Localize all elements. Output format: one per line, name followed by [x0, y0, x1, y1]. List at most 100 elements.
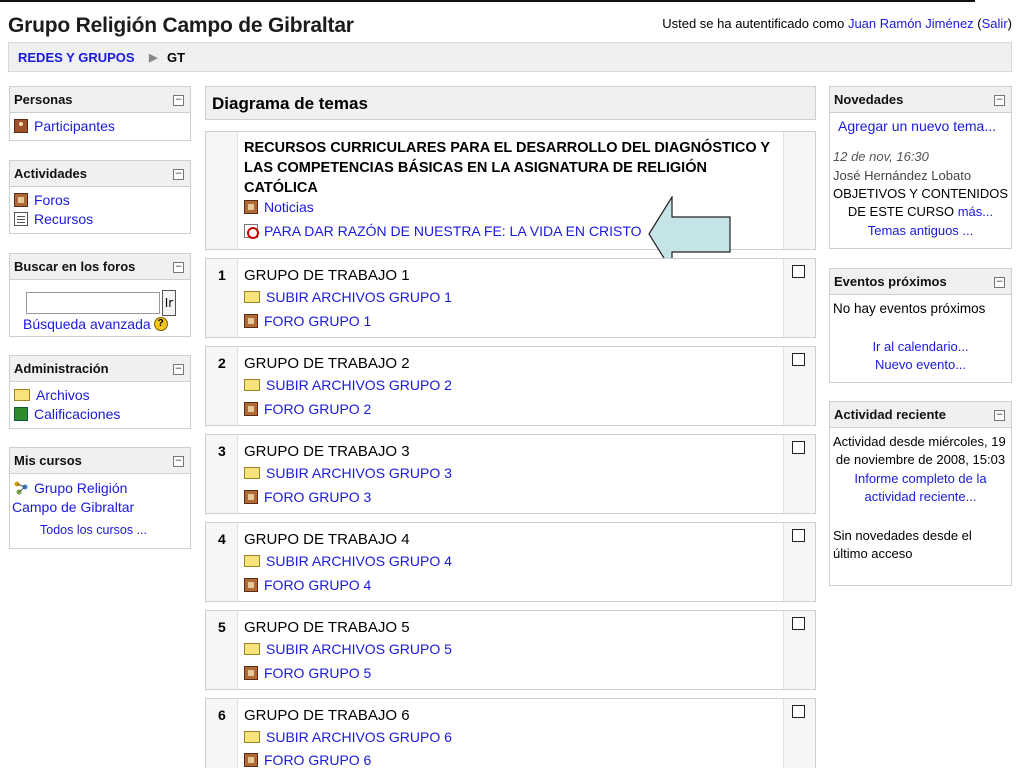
section-4: 4 GRUPO DE TRABAJO 4 SUBIR ARCHIVOS GRUP…: [205, 522, 816, 602]
no-news-line2: último acceso: [833, 546, 913, 561]
upload-link[interactable]: SUBIR ARCHIVOS GRUPO 5: [244, 641, 452, 657]
folder-icon: [244, 467, 260, 479]
block-title: Mis cursos: [14, 453, 82, 468]
section-5: 5 GRUPO DE TRABAJO 5 SUBIR ARCHIVOS GRUP…: [205, 610, 816, 690]
forum-link[interactable]: FORO GRUPO 2: [244, 401, 371, 417]
collapse-icon[interactable]: −: [173, 364, 184, 375]
eventos-block: Eventos próximos − No hay eventos próximo…: [829, 268, 1012, 383]
collapse-icon[interactable]: −: [173, 169, 184, 180]
calendar-link[interactable]: Ir al calendario...: [830, 339, 1011, 354]
forum-link[interactable]: FORO GRUPO 5: [244, 665, 371, 681]
login-info: Usted se ha autentificado como Juan Ramó…: [662, 16, 1012, 31]
forum-icon: [14, 193, 28, 207]
upload-link[interactable]: SUBIR ARCHIVOS GRUPO 6: [244, 729, 452, 745]
collapse-icon[interactable]: −: [173, 456, 184, 467]
forum-link[interactable]: FORO GRUPO 3: [244, 489, 371, 505]
forum-link[interactable]: FORO GRUPO 6: [244, 752, 371, 768]
no-events-text: No hay eventos próximos: [833, 301, 986, 316]
administracion-block: Administración − Archivos Calificaciones: [9, 355, 191, 429]
resource-pdf-link[interactable]: PARA DAR RAZÓN DE NUESTRA FE: LA VIDA EN…: [244, 223, 642, 239]
activity-since-line2: de noviembre de 2008, 15:03: [835, 452, 1006, 467]
forums-link[interactable]: Foros: [14, 192, 70, 208]
block-title: Personas: [14, 92, 73, 107]
block-title: Eventos próximos: [834, 274, 947, 289]
forum-link[interactable]: FORO GRUPO 1: [244, 313, 371, 329]
advanced-search-link[interactable]: Búsqueda avanzada?: [23, 316, 168, 332]
search-go-button[interactable]: Ir: [162, 290, 176, 316]
site-title: Grupo Religión Campo de Gibraltar: [8, 14, 354, 37]
help-icon[interactable]: ?: [153, 317, 168, 331]
post-title-line2: DE ESTE CURSO más...: [847, 204, 994, 219]
actividades-block: Actividades − Foros Recursos: [9, 160, 191, 234]
post-author: José Hernández Lobato: [833, 168, 972, 183]
old-topics-link[interactable]: Temas antiguos ...: [830, 223, 1011, 238]
upload-link[interactable]: SUBIR ARCHIVOS GRUPO 3: [244, 465, 452, 481]
block-title: Administración: [14, 361, 109, 376]
forum-icon: [244, 666, 258, 680]
full-report-link-line2[interactable]: actividad reciente...: [830, 489, 1011, 504]
logout-link[interactable]: Salir: [982, 16, 1008, 31]
breadcrumb: REDES Y GRUPOS ▶ GT: [8, 42, 1012, 72]
highlight-checkbox[interactable]: [792, 617, 805, 630]
section-number: 4: [218, 531, 226, 547]
collapse-icon[interactable]: −: [994, 277, 1005, 288]
add-topic-link[interactable]: Agregar un nuevo tema...: [838, 118, 996, 134]
post-date: 12 de nov, 16:30: [833, 149, 929, 164]
highlight-checkbox[interactable]: [792, 705, 805, 718]
forum-icon: [244, 753, 258, 767]
folder-icon: [14, 389, 30, 401]
folder-icon: [244, 643, 260, 655]
block-title: Actividades: [14, 166, 87, 181]
full-report-link[interactable]: Informe completo de la: [830, 471, 1011, 486]
forum-search-input[interactable]: [26, 292, 160, 314]
actividad-block: Actividad reciente − Actividad desde miér…: [829, 401, 1012, 586]
block-title: Novedades: [834, 92, 904, 107]
upload-link[interactable]: SUBIR ARCHIVOS GRUPO 1: [244, 289, 452, 305]
forum-icon: [244, 578, 258, 592]
breadcrumb-separator: ▶: [149, 52, 158, 64]
top-rule: [0, 0, 975, 2]
collapse-icon[interactable]: −: [994, 410, 1005, 421]
all-courses-link[interactable]: Todos los cursos ...: [40, 523, 147, 537]
people-icon: [14, 119, 28, 133]
forum-icon: [244, 200, 258, 214]
highlight-checkbox[interactable]: [792, 441, 805, 454]
block-title: Buscar en los foros: [14, 259, 136, 274]
section-number: 6: [218, 707, 226, 723]
files-link[interactable]: Archivos: [14, 387, 90, 403]
resource-icon: [14, 212, 28, 226]
buscar-block: Buscar en los foros − Ir Búsqueda avanzad…: [9, 253, 191, 337]
upload-link[interactable]: SUBIR ARCHIVOS GRUPO 2: [244, 377, 452, 393]
highlight-checkbox[interactable]: [792, 529, 805, 542]
upload-link[interactable]: SUBIR ARCHIVOS GRUPO 4: [244, 553, 452, 569]
collapse-icon[interactable]: −: [994, 95, 1005, 106]
course-link-line2[interactable]: Campo de Gibraltar: [12, 499, 134, 515]
forum-link[interactable]: FORO GRUPO 4: [244, 577, 371, 593]
forum-icon: [244, 314, 258, 328]
folder-icon: [244, 731, 260, 743]
pdf-icon: [244, 224, 259, 239]
course-link[interactable]: Grupo Religión: [14, 480, 127, 496]
breadcrumb-root[interactable]: REDES Y GRUPOS: [18, 50, 135, 65]
forum-icon: [244, 402, 258, 416]
grades-link[interactable]: Calificaciones: [14, 406, 120, 422]
news-forum-link[interactable]: Noticias: [244, 199, 314, 215]
collapse-icon[interactable]: −: [173, 95, 184, 106]
user-link[interactable]: Juan Ramón Jiménez: [848, 16, 974, 31]
more-link[interactable]: más...: [958, 204, 993, 219]
no-news-line1: Sin novedades desde el: [833, 528, 972, 543]
collapse-icon[interactable]: −: [173, 262, 184, 273]
folder-icon: [244, 555, 260, 567]
folder-icon: [244, 291, 260, 303]
resources-link[interactable]: Recursos: [14, 211, 93, 227]
course-icon: [14, 481, 28, 495]
section-title: GRUPO DE TRABAJO 2: [244, 355, 410, 372]
mis-cursos-block: Mis cursos − Grupo Religión Campo de Gibr…: [9, 447, 191, 549]
forum-icon: [244, 490, 258, 504]
page-title: Diagrama de temas: [212, 94, 368, 113]
highlight-checkbox[interactable]: [792, 353, 805, 366]
section-title: GRUPO DE TRABAJO 1: [244, 267, 410, 284]
highlight-checkbox[interactable]: [792, 265, 805, 278]
new-event-link[interactable]: Nuevo evento...: [830, 357, 1011, 372]
participants-link[interactable]: Participantes: [14, 118, 115, 134]
